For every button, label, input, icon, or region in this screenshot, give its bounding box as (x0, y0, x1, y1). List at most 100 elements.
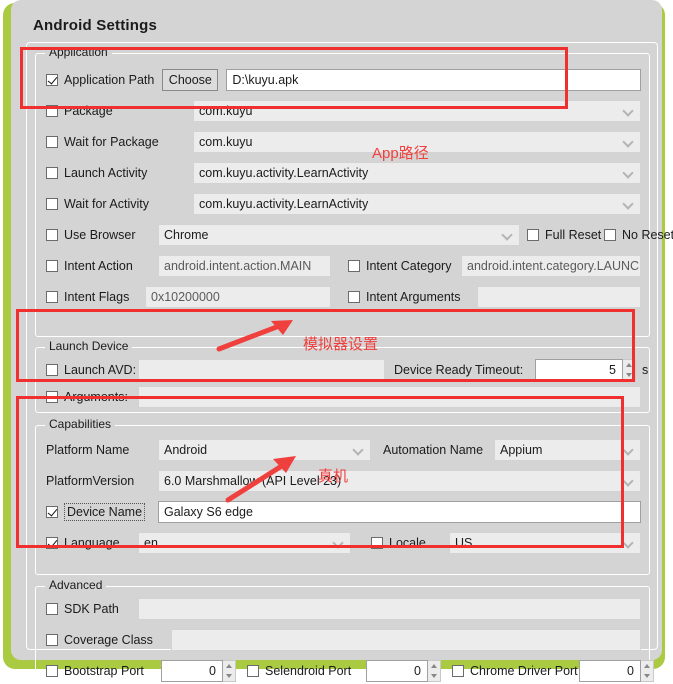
checkbox-full-reset[interactable] (527, 229, 539, 241)
combo-language-value: en (144, 536, 158, 550)
spinner-up-icon[interactable] (428, 661, 440, 671)
combo-wait-for-package-value: com.kuyu (199, 135, 253, 149)
choose-button[interactable]: Choose (162, 69, 219, 91)
checkbox-chrome-driver-port[interactable] (452, 665, 464, 677)
input-application-path[interactable]: D:\kuyu.apk (226, 69, 641, 91)
annotation-text-real-device: 真机 (318, 468, 349, 485)
checkbox-wait-for-activity[interactable] (46, 198, 58, 210)
chevron-down-icon (503, 230, 512, 239)
checkbox-locale[interactable] (371, 537, 383, 549)
spinner-up-icon[interactable] (623, 360, 635, 370)
page-title: Android Settings (33, 17, 158, 34)
combo-platform-name[interactable]: Android (158, 439, 371, 461)
annotation-text-emulator: 模拟器设置 (303, 336, 379, 353)
spinner-up-icon[interactable] (641, 661, 653, 671)
checkbox-no-reset[interactable] (604, 229, 616, 241)
spinner-device-ready-timeout[interactable] (623, 359, 636, 381)
combo-language[interactable]: en (138, 532, 351, 554)
combo-platform-name-value: Android (164, 443, 208, 457)
checkbox-intent-arguments[interactable] (348, 291, 360, 303)
input-arguments[interactable] (138, 386, 641, 408)
combo-wait-for-activity[interactable]: com.kuyu.activity.LearnActivity (193, 193, 641, 215)
spinner-chrome-driver-port[interactable] (641, 660, 654, 682)
spinner-bootstrap-port[interactable] (223, 660, 236, 682)
checkbox-application-path[interactable] (46, 74, 58, 86)
checkbox-selendroid-port[interactable] (247, 665, 259, 677)
label-full-reset: Full Reset (545, 228, 602, 242)
checkbox-device-name[interactable] (46, 506, 58, 518)
label-launch-activity: Launch Activity (64, 166, 148, 180)
screenshot-root: Android Settings Application Application… (0, 0, 673, 684)
checkbox-launch-activity[interactable] (46, 167, 58, 179)
settings-window: Android Settings Application Application… (11, 0, 673, 684)
annotation-text-app-path: App路径 (372, 145, 429, 162)
checkbox-launch-avd[interactable] (46, 364, 58, 376)
combo-automation-name[interactable]: Appium (494, 439, 641, 461)
input-device-ready-timeout[interactable]: 5 (535, 359, 623, 381)
checkbox-arguments[interactable] (46, 391, 58, 403)
label-language: Language (64, 536, 120, 550)
label-timeout-unit: s (642, 363, 649, 377)
input-coverage-class[interactable] (171, 629, 641, 651)
spinner-selendroid-port[interactable] (428, 660, 441, 682)
input-launch-avd[interactable] (138, 359, 385, 381)
chevron-down-icon (354, 445, 363, 454)
label-selendroid-port: Selendroid Port (265, 664, 352, 678)
checkbox-intent-action[interactable] (46, 260, 58, 272)
label-device-ready-timeout: Device Ready Timeout: (394, 363, 524, 377)
row-ports: Bootstrap Port 0 Selendroid Port 0 Chrom… (46, 659, 654, 683)
row-use-browser: Use Browser Chrome Full Reset No Reset (46, 223, 673, 247)
spinner-down-icon[interactable] (623, 370, 635, 380)
row-arguments: Arguments: (46, 385, 641, 409)
input-selendroid-port[interactable]: 0 (366, 660, 428, 682)
combo-locale[interactable]: US (449, 532, 641, 554)
group-application-label: Application (45, 45, 112, 59)
label-bootstrap-port: Bootstrap Port (64, 664, 144, 678)
group-launch-device-label: Launch Device (45, 339, 133, 353)
label-launch-avd: Launch AVD: (64, 363, 137, 377)
combo-platform-version[interactable]: 6.0 Marshmallow (API Level 23) (158, 470, 641, 492)
chevron-down-icon (624, 445, 633, 454)
input-device-name[interactable]: Galaxy S6 edge (158, 501, 641, 523)
label-wait-for-activity: Wait for Activity (64, 197, 149, 211)
label-device-name: Device Name (64, 503, 146, 521)
label-package: Package (64, 104, 113, 118)
row-coverage-class: Coverage Class (46, 628, 641, 652)
row-wait-for-package: Wait for Package com.kuyu (46, 130, 641, 154)
checkbox-use-browser[interactable] (46, 229, 58, 241)
checkbox-wait-for-package[interactable] (46, 136, 58, 148)
label-wait-for-package: Wait for Package (64, 135, 159, 149)
checkbox-language[interactable] (46, 537, 58, 549)
input-intent-category[interactable]: android.intent.category.LAUNCHER (461, 255, 641, 277)
checkbox-coverage-class[interactable] (46, 634, 58, 646)
group-application: Application Application Path Choose D:\k… (35, 45, 673, 337)
input-intent-action[interactable]: android.intent.action.MAIN (158, 255, 331, 277)
input-chrome-driver-port[interactable]: 0 (579, 660, 641, 682)
group-capabilities: Capabilities Platform Name Android Autom… (35, 417, 650, 575)
input-intent-arguments[interactable] (477, 286, 641, 308)
combo-launch-activity[interactable]: com.kuyu.activity.LearnActivity (193, 162, 641, 184)
spinner-down-icon[interactable] (223, 671, 235, 681)
combo-wait-for-activity-value: com.kuyu.activity.LearnActivity (199, 197, 369, 211)
row-wait-for-activity: Wait for Activity com.kuyu.activity.Lear… (46, 192, 641, 216)
spinner-up-icon[interactable] (223, 661, 235, 671)
combo-use-browser[interactable]: Chrome (158, 224, 520, 246)
checkbox-package[interactable] (46, 105, 58, 117)
row-language: Language en Locale US (46, 531, 641, 555)
input-sdk-path[interactable] (138, 598, 641, 620)
checkbox-sdk-path[interactable] (46, 603, 58, 615)
input-bootstrap-port[interactable]: 0 (161, 660, 223, 682)
combo-package[interactable]: com.kuyu (193, 100, 641, 122)
input-intent-flags[interactable]: 0x10200000 (145, 286, 331, 308)
checkbox-bootstrap-port[interactable] (46, 665, 58, 677)
row-intent-action: Intent Action android.intent.action.MAIN… (46, 254, 641, 278)
group-capabilities-label: Capabilities (45, 417, 116, 431)
spinner-down-icon[interactable] (428, 671, 440, 681)
spinner-down-icon[interactable] (641, 671, 653, 681)
checkbox-intent-category[interactable] (348, 260, 360, 272)
checkbox-intent-flags[interactable] (46, 291, 58, 303)
combo-use-browser-value: Chrome (164, 228, 209, 242)
combo-locale-value: US (455, 536, 473, 550)
label-intent-arguments: Intent Arguments (366, 290, 461, 304)
chevron-down-icon (334, 538, 343, 547)
